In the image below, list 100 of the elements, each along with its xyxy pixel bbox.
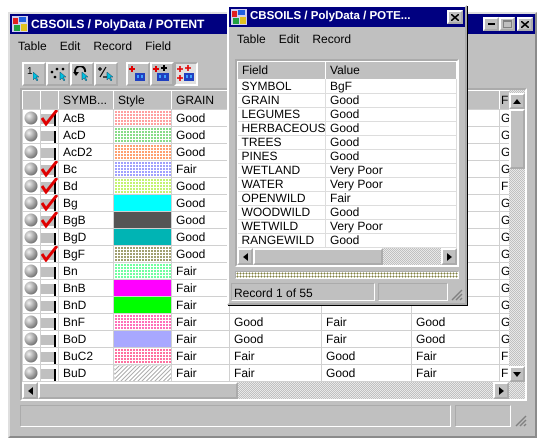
table-cell: Very Poor [326,220,456,234]
record-dot-icon[interactable] [24,128,38,142]
select-all-tool-button[interactable] [174,62,198,86]
select-add-icon [153,65,171,83]
close-icon [521,20,529,28]
menu-item[interactable]: Table [18,37,47,55]
table-cell: WATER [238,178,326,192]
select-add-tool-button[interactable] [150,62,174,86]
close-icon [451,14,459,20]
table-cell: Fair [322,330,412,348]
table-cell: TREES [238,136,326,150]
record-dot-icon[interactable] [24,179,38,193]
table-cell: Good [326,206,456,220]
table-cell: WETLAND [238,164,326,178]
record-dot-icon[interactable] [24,281,38,295]
record-dot-icon[interactable] [24,162,38,176]
record-dot-icon[interactable] [24,298,38,312]
table-cell: Very Poor [326,178,456,192]
header-cell[interactable] [40,90,58,110]
left-arrow-icon [28,386,32,394]
points-cursor-icon [49,66,67,82]
minimize-icon [488,23,494,25]
column-header[interactable]: SYMB... [58,90,114,110]
plus-minus-tool-button[interactable] [94,62,118,86]
points-tool-button[interactable] [46,62,70,86]
table-cell: OPENWILD [238,192,326,206]
record-dot-icon[interactable] [24,366,38,380]
scroll-up-button[interactable] [509,93,525,109]
column-header[interactable]: Style [114,90,172,110]
checked-checkbox[interactable] [42,212,58,228]
table-cell: Fair [230,348,322,364]
column-header[interactable]: Field [238,62,326,80]
record-dot-icon[interactable] [24,332,38,346]
down-arrow-icon [513,372,521,376]
scroll-right-button[interactable] [493,382,509,399]
table-cell: HERBACEOUS [238,122,326,136]
select-one-icon [129,65,147,83]
minimize-button[interactable] [483,17,499,31]
maximize-button[interactable] [499,17,515,31]
checked-checkbox[interactable] [42,178,58,194]
horizontal-scrollbar[interactable] [22,382,525,399]
table-cell: Fair [172,314,230,330]
record-dot-icon[interactable] [24,264,38,278]
select-all-icon [177,65,195,83]
status-pane [378,283,448,301]
menu-item[interactable]: Edit [60,37,80,55]
window-title: CBSOILS / PolyData / POTE... [250,9,410,24]
table-cell: SYMBOL [238,80,326,94]
status-text: Record 1 of 55 [231,283,375,301]
record-dot-icon[interactable] [24,349,38,363]
scroll-left-button[interactable] [22,382,38,399]
menu-item[interactable]: Table [237,30,266,48]
menu-item[interactable]: Record [93,37,132,55]
header-cell[interactable] [22,90,40,110]
horizontal-scrollbar[interactable] [237,248,457,265]
resize-grip-icon[interactable] [451,289,463,301]
table-cell: Fair [326,192,456,206]
right-arrow-icon [446,252,452,260]
vertical-scrollbar[interactable] [509,90,525,382]
undo-tool-button[interactable] [70,62,94,86]
window-title: CBSOILS / PolyData / POTENT [31,16,204,33]
record-dot-icon[interactable] [24,213,38,227]
table-cell: WETWILD [238,220,326,234]
table-cell: Good [326,150,456,164]
menu-item[interactable]: Record [312,30,352,48]
table-cell: Good [326,94,456,108]
record-dot-icon[interactable] [24,315,38,329]
scroll-left-button[interactable] [237,248,253,265]
menu-item[interactable]: Field [145,37,172,55]
checked-checkbox[interactable] [42,162,58,176]
scroll-right-button[interactable] [441,248,457,265]
checked-checkbox[interactable] [42,246,58,262]
table-cell: Good [412,330,500,348]
record-dot-icon[interactable] [24,145,38,159]
right-arrow-icon [498,386,504,394]
cursor-icon [33,72,41,82]
select-tool-button[interactable] [126,62,150,86]
scroll-thumb[interactable] [253,248,383,265]
column-header[interactable]: GRAIN [172,90,230,110]
table-cell: GRAIN [238,94,326,108]
checked-checkbox[interactable] [42,110,58,126]
record-dot-icon[interactable] [24,230,38,244]
table-cell: Fair [412,348,500,364]
scroll-down-button[interactable] [509,366,525,382]
number-tool-button[interactable]: 1 [22,62,46,86]
record-dot-icon[interactable] [24,111,38,125]
resize-grip-icon[interactable] [515,415,527,427]
close-button[interactable] [517,17,533,31]
menu-item[interactable]: Edit [278,30,300,48]
plus-minus-cursor-icon [97,66,115,82]
table-cell: Good [326,136,456,150]
left-arrow-icon [242,252,248,260]
column-header[interactable]: Value [326,62,456,80]
table-cell: Good [230,314,322,330]
record-dot-icon[interactable] [24,196,38,210]
scroll-thumb[interactable] [38,382,238,399]
close-button[interactable] [447,10,463,24]
scroll-thumb[interactable] [509,109,525,169]
checked-checkbox[interactable] [42,196,58,210]
record-dot-icon[interactable] [24,247,38,261]
